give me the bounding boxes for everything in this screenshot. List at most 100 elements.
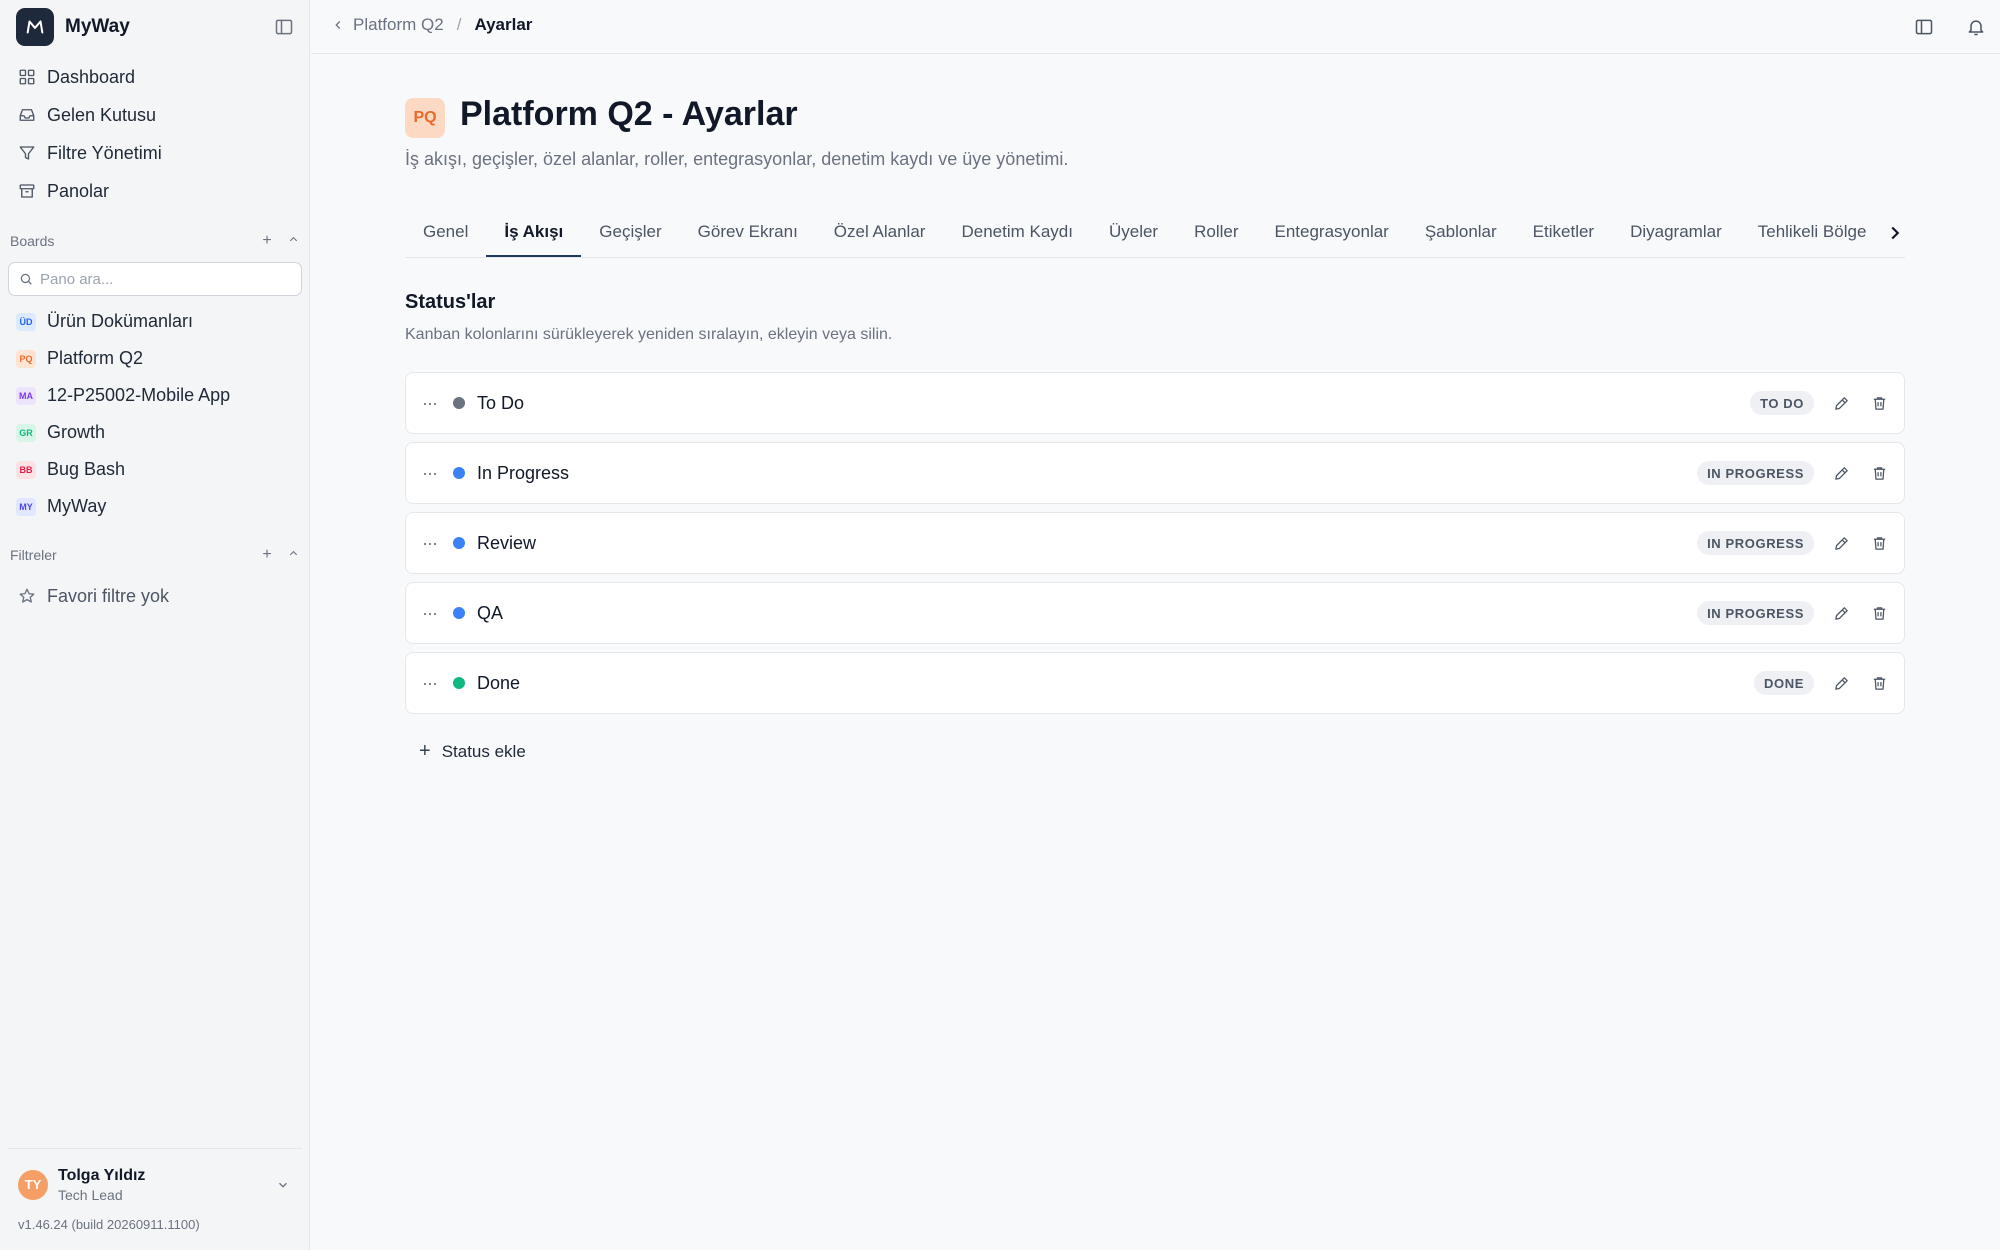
favorite-filters-empty: Favori filtre yok bbox=[8, 577, 302, 615]
delete-status-button[interactable] bbox=[1868, 672, 1890, 694]
brand[interactable]: MyWay bbox=[16, 8, 130, 46]
board-label: Platform Q2 bbox=[47, 348, 144, 368]
drag-handle-icon[interactable]: ··· bbox=[422, 604, 440, 622]
breadcrumb-current: Ayarlar bbox=[474, 15, 533, 34]
nav-item-boards[interactable]: Panolar bbox=[8, 172, 302, 210]
status-color-dot bbox=[453, 537, 465, 549]
board-item[interactable]: PQ Platform Q2 bbox=[8, 340, 302, 377]
nav-item-label: Panolar bbox=[47, 180, 110, 201]
trash-icon bbox=[1871, 605, 1888, 622]
app-version: v1.46.24 (build 20260911.1100) bbox=[18, 1217, 200, 1232]
favorite-filters-empty-text: Favori filtre yok bbox=[47, 585, 170, 606]
statuses-description: Kanban kolonlarını sürükleyerek yeniden … bbox=[405, 326, 893, 343]
nav-item-filters[interactable]: Filtre Yönetimi bbox=[8, 134, 302, 172]
status-category-badge: IN PROGRESS bbox=[1697, 461, 1814, 485]
sidebar-collapse-icon[interactable] bbox=[274, 17, 294, 37]
board-badge: ÜD bbox=[16, 312, 36, 331]
panel-toggle-icon[interactable] bbox=[1914, 17, 1934, 37]
settings-tab[interactable]: Özel Alanlar bbox=[816, 210, 944, 257]
settings-tab[interactable]: Genel bbox=[405, 210, 486, 257]
main-nav: Dashboard Gelen Kutusu Filtre Yönetimi P… bbox=[8, 58, 302, 210]
settings-tab[interactable]: Geçişler bbox=[581, 210, 679, 257]
status-color-dot bbox=[453, 467, 465, 479]
add-status-button[interactable]: + Status ekle bbox=[419, 740, 526, 763]
settings-tab[interactable]: Denetim Kaydı bbox=[943, 210, 1091, 257]
settings-tabs: Genel İş Akışı Geçişler Görev Ekranı Özel Al… bbox=[405, 210, 1905, 258]
add-status-label: Status ekle bbox=[441, 741, 526, 761]
edit-status-button[interactable] bbox=[1830, 462, 1852, 484]
edit-status-button[interactable] bbox=[1830, 672, 1852, 694]
board-badge: MA bbox=[16, 386, 36, 405]
user-name: Tolga Yıldız bbox=[58, 1166, 146, 1184]
board-list: ÜD Ürün Dokümanları PQ Platform Q2 MA 12-P250… bbox=[8, 303, 302, 525]
board-item[interactable]: MA 12-P25002-Mobile App bbox=[8, 377, 302, 414]
board-label: MyWay bbox=[47, 496, 107, 516]
settings-tab[interactable]: Şablonlar bbox=[1407, 210, 1515, 257]
status-row[interactable]: ··· QA IN PROGRESS bbox=[405, 582, 1905, 644]
board-badge: BB bbox=[16, 460, 36, 479]
chevron-up-icon[interactable] bbox=[286, 232, 300, 250]
avatar: TY bbox=[18, 1169, 48, 1200]
nav-item-dashboard[interactable]: Dashboard bbox=[8, 58, 302, 96]
status-name: In Progress bbox=[477, 462, 570, 483]
filter-icon bbox=[19, 146, 35, 160]
add-board-icon[interactable]: + bbox=[260, 232, 274, 250]
dashboard-icon bbox=[19, 69, 35, 85]
board-badge: PQ bbox=[16, 349, 36, 368]
status-row[interactable]: ··· Done DONE bbox=[405, 652, 1905, 714]
status-row[interactable]: ··· Review IN PROGRESS bbox=[405, 512, 1905, 574]
board-item[interactable]: GR Growth bbox=[8, 414, 302, 451]
delete-status-button[interactable] bbox=[1868, 392, 1890, 414]
board-item[interactable]: ÜD Ürün Dokümanları bbox=[8, 303, 302, 340]
status-row[interactable]: ··· To Do TO DO bbox=[405, 372, 1905, 434]
breadcrumb-parent[interactable]: Platform Q2 bbox=[353, 15, 444, 35]
tabs-scroll-right-button[interactable] bbox=[1884, 222, 1906, 244]
trash-icon bbox=[1871, 675, 1888, 692]
drag-handle-icon[interactable]: ··· bbox=[422, 394, 440, 412]
board-label: Growth bbox=[47, 422, 106, 442]
delete-status-button[interactable] bbox=[1868, 602, 1890, 624]
chevron-down-icon bbox=[279, 1182, 287, 1188]
page-subtitle: İş akışı, geçişler, özel alanlar, roller… bbox=[405, 149, 1069, 169]
filters-section-header: Filtreler + bbox=[10, 543, 300, 567]
board-search-input[interactable] bbox=[40, 270, 280, 288]
settings-tab[interactable]: Tehlikeli Bölge bbox=[1740, 210, 1885, 257]
bell-icon[interactable] bbox=[1966, 17, 1986, 37]
status-name: Review bbox=[477, 532, 537, 553]
settings-tab[interactable]: Etiketler bbox=[1515, 210, 1612, 257]
edit-status-button[interactable] bbox=[1830, 532, 1852, 554]
chevron-right-icon bbox=[1891, 226, 1900, 240]
status-category-badge: DONE bbox=[1754, 671, 1814, 695]
chevron-up-icon[interactable] bbox=[286, 546, 300, 564]
status-category-badge: IN PROGRESS bbox=[1697, 601, 1814, 625]
board-item[interactable]: BB Bug Bash bbox=[8, 451, 302, 488]
settings-tab[interactable]: İş Akışı bbox=[486, 210, 582, 257]
breadcrumb-separator: / bbox=[456, 15, 462, 34]
edit-status-button[interactable] bbox=[1830, 602, 1852, 624]
user-menu[interactable]: TY Tolga Yıldız Tech Lead bbox=[8, 1148, 302, 1220]
status-category-badge: IN PROGRESS bbox=[1697, 531, 1814, 555]
board-item[interactable]: MY MyWay bbox=[8, 488, 302, 525]
settings-tab[interactable]: Roller bbox=[1176, 210, 1256, 257]
pencil-icon bbox=[1833, 675, 1850, 692]
boards-heading: Boards bbox=[10, 233, 55, 249]
drag-handle-icon[interactable]: ··· bbox=[422, 674, 440, 692]
edit-status-button[interactable] bbox=[1830, 392, 1852, 414]
drag-handle-icon[interactable]: ··· bbox=[422, 534, 440, 552]
settings-tab[interactable]: Görev Ekranı bbox=[680, 210, 816, 257]
nav-item-inbox[interactable]: Gelen Kutusu bbox=[8, 96, 302, 134]
delete-status-button[interactable] bbox=[1868, 462, 1890, 484]
nav-item-label: Filtre Yönetimi bbox=[47, 142, 162, 163]
add-filter-icon[interactable]: + bbox=[260, 546, 274, 564]
drag-handle-icon[interactable]: ··· bbox=[422, 464, 440, 482]
chevron-left-icon[interactable] bbox=[331, 18, 345, 32]
status-name: Done bbox=[477, 672, 521, 693]
settings-tab[interactable]: Üyeler bbox=[1091, 210, 1176, 257]
search-icon bbox=[20, 273, 32, 285]
delete-status-button[interactable] bbox=[1868, 532, 1890, 554]
settings-tab[interactable]: Diyagramlar bbox=[1612, 210, 1740, 257]
status-row[interactable]: ··· In Progress IN PROGRESS bbox=[405, 442, 1905, 504]
settings-tab[interactable]: Entegrasyonlar bbox=[1257, 210, 1407, 257]
board-search[interactable] bbox=[8, 262, 302, 296]
brand-logo-icon bbox=[16, 8, 54, 46]
